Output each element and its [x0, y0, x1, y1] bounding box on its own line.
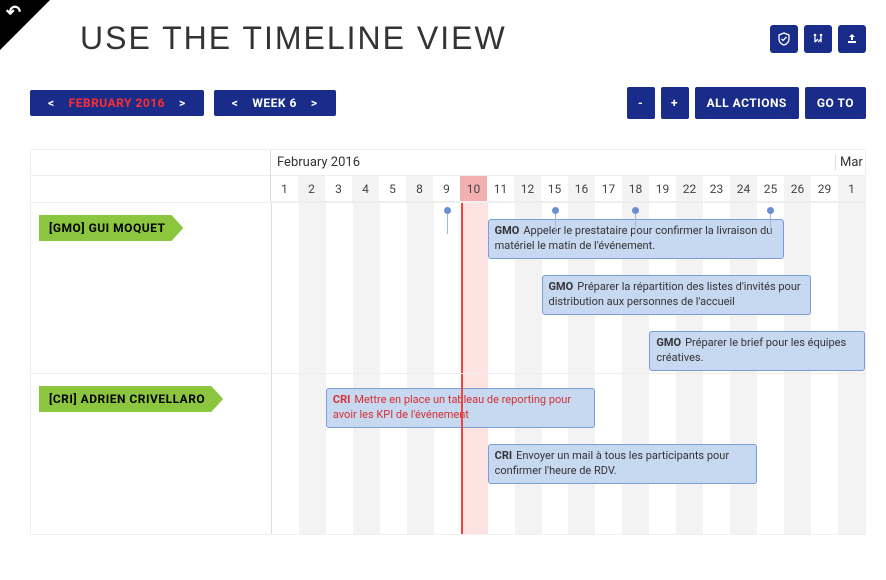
day-header: 3 [325, 176, 352, 202]
zoom-in-button[interactable]: + [661, 87, 689, 119]
task-text: Envoyer un mail à tous les participants … [495, 449, 729, 477]
timeline: February 2016 Mar 1234589101112151617181… [30, 149, 866, 535]
back-corner-button[interactable] [0, 0, 50, 50]
timeline-marker-icon [767, 207, 774, 214]
day-header: 8 [406, 176, 433, 202]
task-card[interactable]: CRIEnvoyer un mail à tous les participan… [488, 444, 758, 484]
task-owner: GMO [656, 336, 681, 351]
month-label: FEBRUARY 2016 [61, 96, 173, 110]
day-header: 2 [298, 176, 325, 202]
zoom-out-button[interactable]: - [627, 87, 655, 119]
task-owner: CRI [333, 393, 350, 408]
task-card[interactable]: GMOPréparer la répartition des listes d'… [542, 275, 812, 315]
week-prev-button[interactable]: < [226, 96, 245, 110]
task-text: Préparer la répartition des listes d'inv… [549, 280, 801, 308]
task-text: Appeler le prestataire pour confirmer la… [495, 224, 773, 252]
header-action-1-icon[interactable] [770, 25, 798, 53]
day-header: 16 [568, 176, 595, 202]
day-header: 4 [352, 176, 379, 202]
day-header: 9 [433, 176, 460, 202]
month-header-next: Mar [835, 155, 865, 170]
timeline-marker-icon [632, 207, 639, 214]
day-header: 10 [460, 176, 487, 202]
goto-button[interactable]: GO TO [805, 87, 866, 119]
day-header: 22 [676, 176, 703, 202]
day-header: 12 [514, 176, 541, 202]
task-owner: CRI [495, 449, 512, 464]
timeline-marker-icon [552, 207, 559, 214]
task-text: Mettre en place un tableau de reporting … [333, 393, 571, 421]
day-header: 26 [784, 176, 811, 202]
day-header: 29 [811, 176, 838, 202]
day-header: 1 [838, 176, 865, 202]
month-next-button[interactable]: > [173, 96, 192, 110]
month-header-main: February 2016 [271, 155, 835, 170]
day-header: 19 [649, 176, 676, 202]
week-label: WEEK 6 [244, 96, 305, 110]
header-export-icon[interactable] [838, 25, 866, 53]
month-nav: < FEBRUARY 2016 > [30, 90, 204, 116]
day-header: 5 [379, 176, 406, 202]
page-title: USE THE TIMELINE VIEW [80, 20, 507, 57]
day-header: 25 [757, 176, 784, 202]
week-nav: < WEEK 6 > [214, 90, 336, 116]
day-header: 15 [541, 176, 568, 202]
today-line [461, 374, 463, 534]
day-header: 11 [487, 176, 514, 202]
task-owner: GMO [495, 224, 520, 239]
timeline-marker-icon [444, 207, 451, 214]
task-text: Préparer le brief pour les équipes créat… [656, 336, 846, 364]
today-line [461, 203, 463, 373]
person-flag[interactable]: [CRI] ADRIEN CRIVELLARO [39, 386, 223, 412]
day-header: 23 [703, 176, 730, 202]
day-header: 17 [595, 176, 622, 202]
day-header: 1 [271, 176, 298, 202]
all-actions-button[interactable]: ALL ACTIONS [695, 87, 799, 119]
task-owner: GMO [549, 280, 574, 295]
day-header: 18 [622, 176, 649, 202]
task-card[interactable]: GMOPréparer le brief pour les équipes cr… [649, 331, 865, 371]
header-action-2-icon[interactable] [804, 25, 832, 53]
week-next-button[interactable]: > [305, 96, 324, 110]
person-flag[interactable]: [GMO] GUI MOQUET [39, 215, 183, 241]
day-header: 24 [730, 176, 757, 202]
month-prev-button[interactable]: < [42, 96, 61, 110]
